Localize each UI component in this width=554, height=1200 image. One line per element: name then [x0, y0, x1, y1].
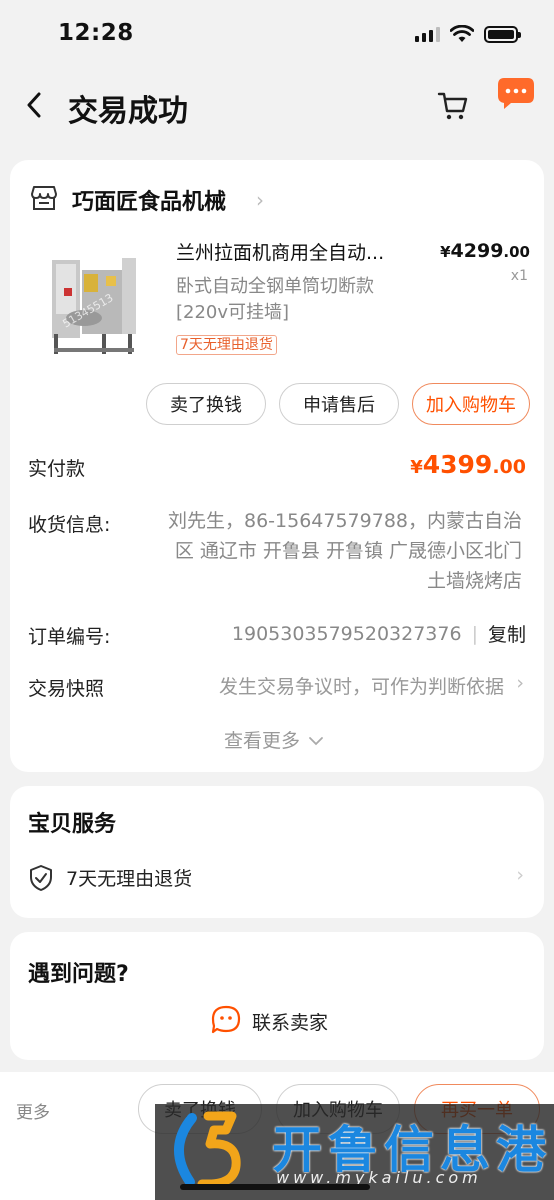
status-time: 12:28	[58, 20, 134, 46]
order-card: 巧面匠食品机械 › 51345513 兰州拉面机商用全自动... ¥4299.0…	[10, 160, 544, 772]
paid-int: 4399	[422, 450, 493, 479]
view-more-label: 查看更多	[224, 730, 301, 752]
product-quantity: x1	[510, 268, 528, 284]
shipping-address: 刘先生，86-15647579788，内蒙古自治区 通辽市 开鲁县 开鲁镇 广晟…	[167, 510, 522, 592]
price-dec: .00	[503, 243, 530, 261]
product-title[interactable]: 兰州拉面机商用全自动...	[176, 238, 416, 265]
status-icons	[415, 25, 521, 43]
home-indicator[interactable]	[180, 1184, 370, 1190]
after-sale-button[interactable]: 申请售后	[279, 383, 399, 425]
paid-label: 实付款	[28, 458, 86, 480]
price-currency: ¥	[440, 243, 451, 261]
chevron-left-icon	[27, 92, 41, 118]
watermark-logo	[174, 1111, 241, 1189]
shipping-label: 收货信息:	[28, 514, 111, 536]
order-number-row: 1905303579520327376 | 复制	[232, 620, 526, 647]
message-icon[interactable]	[496, 76, 536, 110]
chevron-down-icon	[309, 737, 323, 746]
chevron-right-icon[interactable]: ›	[256, 188, 264, 212]
shield-check-icon	[30, 865, 52, 891]
shop-name[interactable]: 巧面匠食品机械	[72, 184, 226, 216]
sell-button[interactable]: 卖了换钱	[146, 383, 266, 425]
help-card: 遇到问题? 联系卖家	[10, 932, 544, 1060]
paid-currency: ¥	[410, 457, 423, 478]
battery-icon	[484, 25, 521, 43]
add-to-cart-button[interactable]: 加入购物车	[412, 383, 530, 425]
wifi-icon	[450, 25, 474, 42]
product-image[interactable]: 51345513	[44, 248, 140, 366]
return-policy-tag: 7天无理由退货	[176, 335, 277, 355]
order-number-label: 订单编号:	[28, 626, 111, 648]
snapshot-label: 交易快照	[28, 678, 105, 700]
paid-amount: ¥4399.00	[410, 450, 526, 479]
snapshot-link[interactable]: 发生交易争议时，可作为判断依据	[219, 672, 504, 699]
chevron-right-icon[interactable]: ›	[516, 864, 524, 886]
help-title: 遇到问题?	[28, 962, 129, 987]
chat-icon[interactable]	[210, 1004, 242, 1036]
copy-button[interactable]: 复制	[488, 620, 526, 647]
store-icon	[31, 186, 57, 210]
view-more-button[interactable]: 查看更多	[224, 726, 324, 753]
service-card: 宝贝服务 7天无理由退货 ›	[10, 786, 544, 918]
product-sku: 卧式自动全钢单筒切断款[220v可挂墙]	[176, 276, 374, 323]
product-price: ¥4299.00	[440, 240, 530, 262]
order-number: 1905303579520327376	[231, 622, 462, 645]
more-button[interactable]: 更多	[16, 1098, 50, 1123]
cellular-signal-icon	[415, 26, 440, 42]
back-button[interactable]	[20, 88, 48, 122]
page-title: 交易成功	[68, 94, 188, 129]
paid-dec: .00	[492, 456, 526, 478]
order-separator: |	[471, 622, 478, 645]
contact-seller-button[interactable]: 联系卖家	[252, 1008, 328, 1035]
service-title: 宝贝服务	[28, 812, 117, 837]
chevron-right-icon[interactable]: ›	[516, 672, 524, 694]
cart-icon[interactable]	[436, 88, 470, 122]
service-item-return[interactable]: 7天无理由退货	[66, 864, 192, 891]
price-int: 4299	[450, 240, 504, 262]
